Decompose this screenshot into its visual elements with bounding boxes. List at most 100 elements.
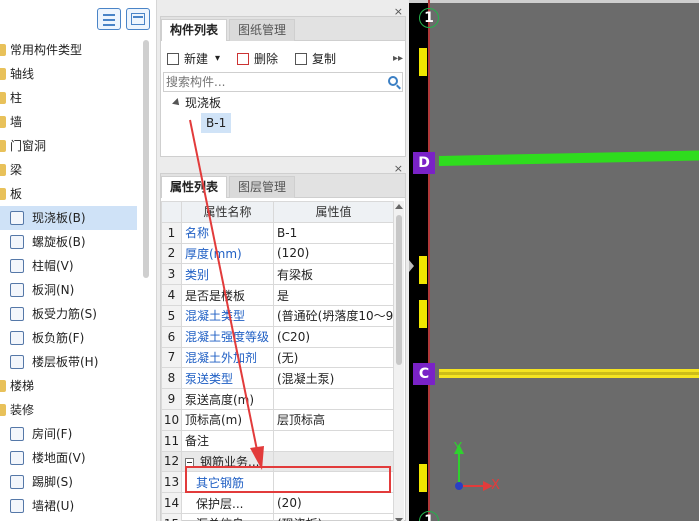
scroll-up-icon[interactable] [395,204,403,209]
property-name-text: 混凝土类型 [185,309,246,324]
tree-item[interactable]: 楼梯 [0,374,140,398]
tree-item[interactable]: 梁 [0,158,140,182]
property-row[interactable]: 15 汇总信息 (现浇板) [161,512,394,521]
tree-item[interactable]: 楼层板带(H) [0,350,140,374]
tree-toolbar [0,0,157,34]
tree-item[interactable]: 柱 [0,86,140,110]
wall-segment [419,48,427,76]
tree-scrollbar[interactable] [143,40,149,278]
row-number: 3 [161,263,182,286]
wall-segment [419,256,427,284]
property-name-text: 是否是楼板 [185,288,246,303]
component-type-icon [10,307,24,321]
new-dropdown-icon[interactable]: ▾ [215,51,220,67]
tree-item-label: 现浇板(B) [32,211,86,225]
property-value[interactable] [273,388,394,410]
tree-item-label: 轴线 [10,67,35,81]
property-row[interactable]: 11 备注 [161,429,394,452]
property-row[interactable]: 4 是否是楼板 是 [161,284,394,306]
property-value[interactable]: 有梁板 [273,263,394,286]
tab-property-list[interactable]: 属性列表 [161,176,228,198]
tree-item[interactable]: 装修 [0,398,140,422]
row-number: 2 [161,242,182,265]
property-name-text: 类别 [185,267,210,282]
yellow-beam[interactable] [439,369,699,378]
property-row[interactable]: 8 泵送类型 (混凝土泵) [161,367,394,390]
tree-item[interactable]: 柱帽(V) [0,254,140,278]
search-icon[interactable] [388,76,401,90]
component-type-icon [10,427,24,441]
property-value[interactable]: 层顶标高 [273,408,394,431]
row-number: 5 [161,304,182,327]
tree-item[interactable]: 楼地面(V) [0,446,140,470]
row-number: 12 [161,450,182,473]
tree-item[interactable]: 板受力筋(S) [0,302,140,326]
more-tools-icon[interactable]: ▸▸ [393,53,403,64]
expand-icon[interactable] [172,98,182,108]
tab-drawing-management[interactable]: 图纸管理 [229,19,296,41]
row-number: 15 [161,512,182,521]
component-toolbar: 新建 ▾ 删除 复制 ▸▸ [161,43,405,73]
property-name: 备注 [181,429,274,452]
property-scrollbar[interactable] [394,201,404,521]
tree-item[interactable]: 墙 [0,110,140,134]
tree-item[interactable]: 门窗洞 [0,134,140,158]
drawing-canvas[interactable]: 1 D C 1 Y X [409,0,699,521]
property-name-text: 保护层... [196,496,244,511]
tree-item[interactable]: 板负筋(F) [0,326,140,350]
property-value[interactable]: 是 [273,284,394,306]
property-name: 名称 [181,221,274,244]
component-tabs: 构件列表 图纸管理 [161,17,405,41]
property-row[interactable]: 14 保护层... (20) [161,492,394,514]
tree-item[interactable]: 轴线 [0,62,140,86]
property-row[interactable]: 1 名称 B-1 [161,221,394,244]
list-view-button[interactable] [97,8,121,30]
header-property-name: 属性名称 [181,201,274,223]
splitter-handle-icon[interactable] [409,260,414,272]
tree-item[interactable]: 墙裙(U) [0,494,140,518]
folder-icon [0,68,6,80]
panel-view-button[interactable] [126,8,150,30]
x-axis-label: X [491,478,500,493]
tree-item-label: 踢脚(S) [32,475,73,489]
tree-item[interactable]: 房间(F) [0,422,140,446]
property-value[interactable]: (无) [273,346,394,369]
component-search-input[interactable] [164,73,374,91]
property-name: 是否是楼板 [181,284,274,306]
property-value[interactable]: (C20) [273,325,394,348]
tree-item[interactable]: 板洞(N) [0,278,140,302]
property-value[interactable]: B-1 [273,221,394,244]
property-name-text: 混凝土强度等级 [185,330,270,345]
component-type-tree: 常用构件类型轴线柱墙门窗洞梁板现浇板(B) 螺旋板(B) 柱帽(V) 板洞(N) 板受力… [0,0,157,521]
property-value[interactable]: (混凝土泵) [273,367,394,390]
property-value[interactable]: (现浇板) [273,512,394,521]
scroll-thumb[interactable] [396,215,402,365]
middle-panels: × 构件列表 图纸管理 新建 ▾ 删除 复制 ▸▸ 搜索构件... 现浇板 B-… [157,0,409,521]
wall-segment [419,464,427,492]
tree-item[interactable]: 常用构件类型 [0,38,140,62]
property-row[interactable]: 3 类别 有梁板 [161,263,394,286]
property-row[interactable]: 6 混凝土强度等级 (C20) [161,325,394,348]
row-number: 6 [161,325,182,348]
tree-item-label: 楼梯 [10,379,35,393]
tree-item-label: 梁 [10,163,23,177]
property-row[interactable]: 2 厚度(mm) (120) [161,242,394,265]
tree-item[interactable]: 现浇板(B) [0,206,137,230]
tree-item[interactable]: 螺旋板(B) [0,230,140,254]
tree-item[interactable]: 板 [0,182,140,206]
property-row[interactable]: 5 混凝土类型 (普通砼(坍落度10～9 [161,304,394,327]
property-value[interactable]: (20) [273,492,394,514]
property-value[interactable]: (普通砼(坍落度10～9 [273,304,394,327]
property-row[interactable]: 7 混凝土外加剂 (无) [161,346,394,369]
tree-item-label: 墙裙(U) [32,499,75,513]
tab-layer-management[interactable]: 图层管理 [229,176,296,198]
property-row[interactable]: 9 泵送高度(m) [161,388,394,410]
property-value[interactable] [273,429,394,452]
component-type-icon [10,235,24,249]
property-row[interactable]: 10 顶标高(m) 层顶标高 [161,408,394,431]
tree-item[interactable]: 踢脚(S) [0,470,140,494]
property-value[interactable]: (120) [273,242,394,265]
tab-component-list[interactable]: 构件列表 [161,19,228,41]
row-number: 7 [161,346,182,369]
component-item-b1[interactable]: B-1 [201,113,232,133]
